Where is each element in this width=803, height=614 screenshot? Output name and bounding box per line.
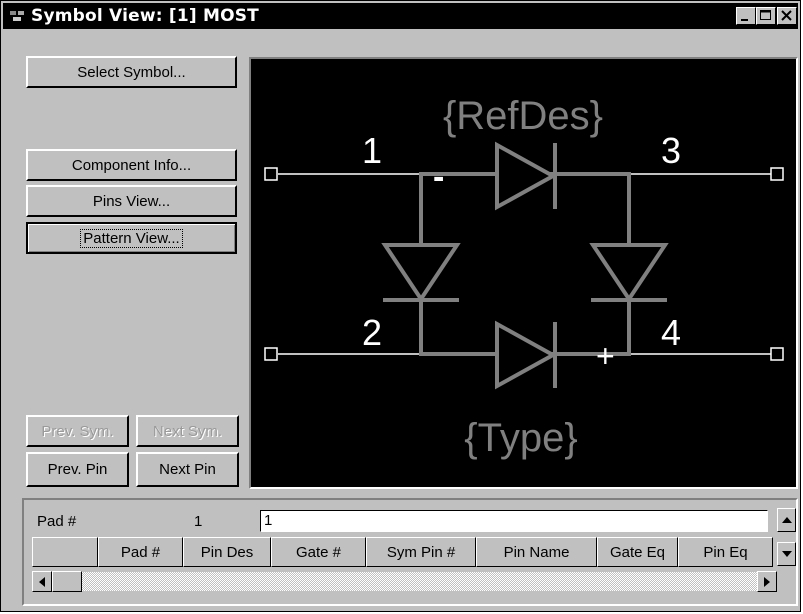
prev-pin-button[interactable]: Prev. Pin (26, 452, 129, 487)
column-header-pin-name[interactable]: Pin Name (476, 537, 597, 567)
pad-number-label: Pad # (37, 513, 77, 530)
close-button[interactable] (777, 7, 797, 25)
scroll-down-button[interactable] (777, 542, 796, 566)
scroll-up-button[interactable] (777, 508, 796, 532)
horizontal-scrollbar[interactable] (32, 571, 778, 592)
app-icon (10, 11, 24, 21)
component-info-button[interactable]: Component Info... (26, 149, 237, 181)
next-pin-button[interactable]: Next Pin (136, 452, 239, 487)
minimize-button[interactable] (736, 7, 756, 25)
pin-label-1: 1 (362, 130, 382, 171)
right-arrow-icon (764, 576, 770, 587)
bridge-outline (419, 172, 631, 356)
maximize-button[interactable] (756, 7, 776, 25)
prev-sym-button[interactable]: Prev. Sym. (26, 415, 129, 447)
pattern-view-button[interactable]: Pattern View... (26, 222, 237, 254)
symbol-view-window: Symbol View: [1] MOST Select Symbol... C… (0, 0, 801, 612)
refdes-placeholder: {RefDes} (443, 94, 603, 138)
scroll-right-button[interactable] (757, 571, 777, 592)
column-header-pad[interactable]: Pad # (98, 537, 183, 567)
horizontal-scroll-thumb[interactable] (52, 571, 82, 592)
diode-right (589, 243, 669, 303)
pin-label-2: 2 (362, 312, 382, 353)
pin-label-3: 3 (661, 130, 681, 171)
up-arrow-icon (781, 517, 792, 523)
type-placeholder: {Type} (464, 416, 577, 460)
pad-number-field[interactable]: 1 (260, 510, 768, 532)
grid-corner-cell (32, 537, 98, 567)
left-arrow-icon (39, 576, 45, 587)
next-sym-button[interactable]: Next Sym. (136, 415, 239, 447)
column-header-pin-eq[interactable]: Pin Eq (678, 537, 773, 567)
minus-polarity: - (433, 158, 444, 196)
minimize-icon (741, 19, 748, 21)
pattern-view-label: Pattern View... (80, 228, 183, 248)
column-header-pin-des[interactable]: Pin Des (183, 537, 271, 567)
pin-3-terminal[interactable] (770, 167, 784, 181)
symbol-canvas[interactable]: {RefDes} {Type} 1 2 3 4 - + (249, 57, 798, 489)
pad-number-value: 1 (194, 513, 203, 530)
column-header-gate[interactable]: Gate # (271, 537, 366, 567)
column-header-sym-pin[interactable]: Sym Pin # (366, 537, 476, 567)
select-symbol-button[interactable]: Select Symbol... (26, 56, 237, 88)
down-arrow-icon (781, 551, 792, 557)
scroll-left-button[interactable] (32, 571, 52, 592)
pin-2-terminal[interactable] (264, 347, 278, 361)
pin-4-terminal[interactable] (770, 347, 784, 361)
close-icon (781, 10, 792, 21)
pins-view-button[interactable]: Pins View... (26, 185, 237, 217)
pin-label-4: 4 (661, 312, 681, 353)
pin-1-terminal[interactable] (264, 167, 278, 181)
column-header-gate-eq[interactable]: Gate Eq (597, 537, 678, 567)
bridge-rectifier-symbol: {RefDes} {Type} 1 2 3 4 - + (264, 94, 784, 460)
window-title: Symbol View: [1] MOST (31, 6, 259, 26)
diode-top (495, 141, 558, 211)
diode-bottom (495, 320, 558, 390)
maximize-icon (760, 10, 771, 20)
title-bar[interactable]: Symbol View: [1] MOST (3, 3, 798, 29)
diode-left (381, 243, 461, 303)
plus-polarity: + (596, 338, 615, 374)
